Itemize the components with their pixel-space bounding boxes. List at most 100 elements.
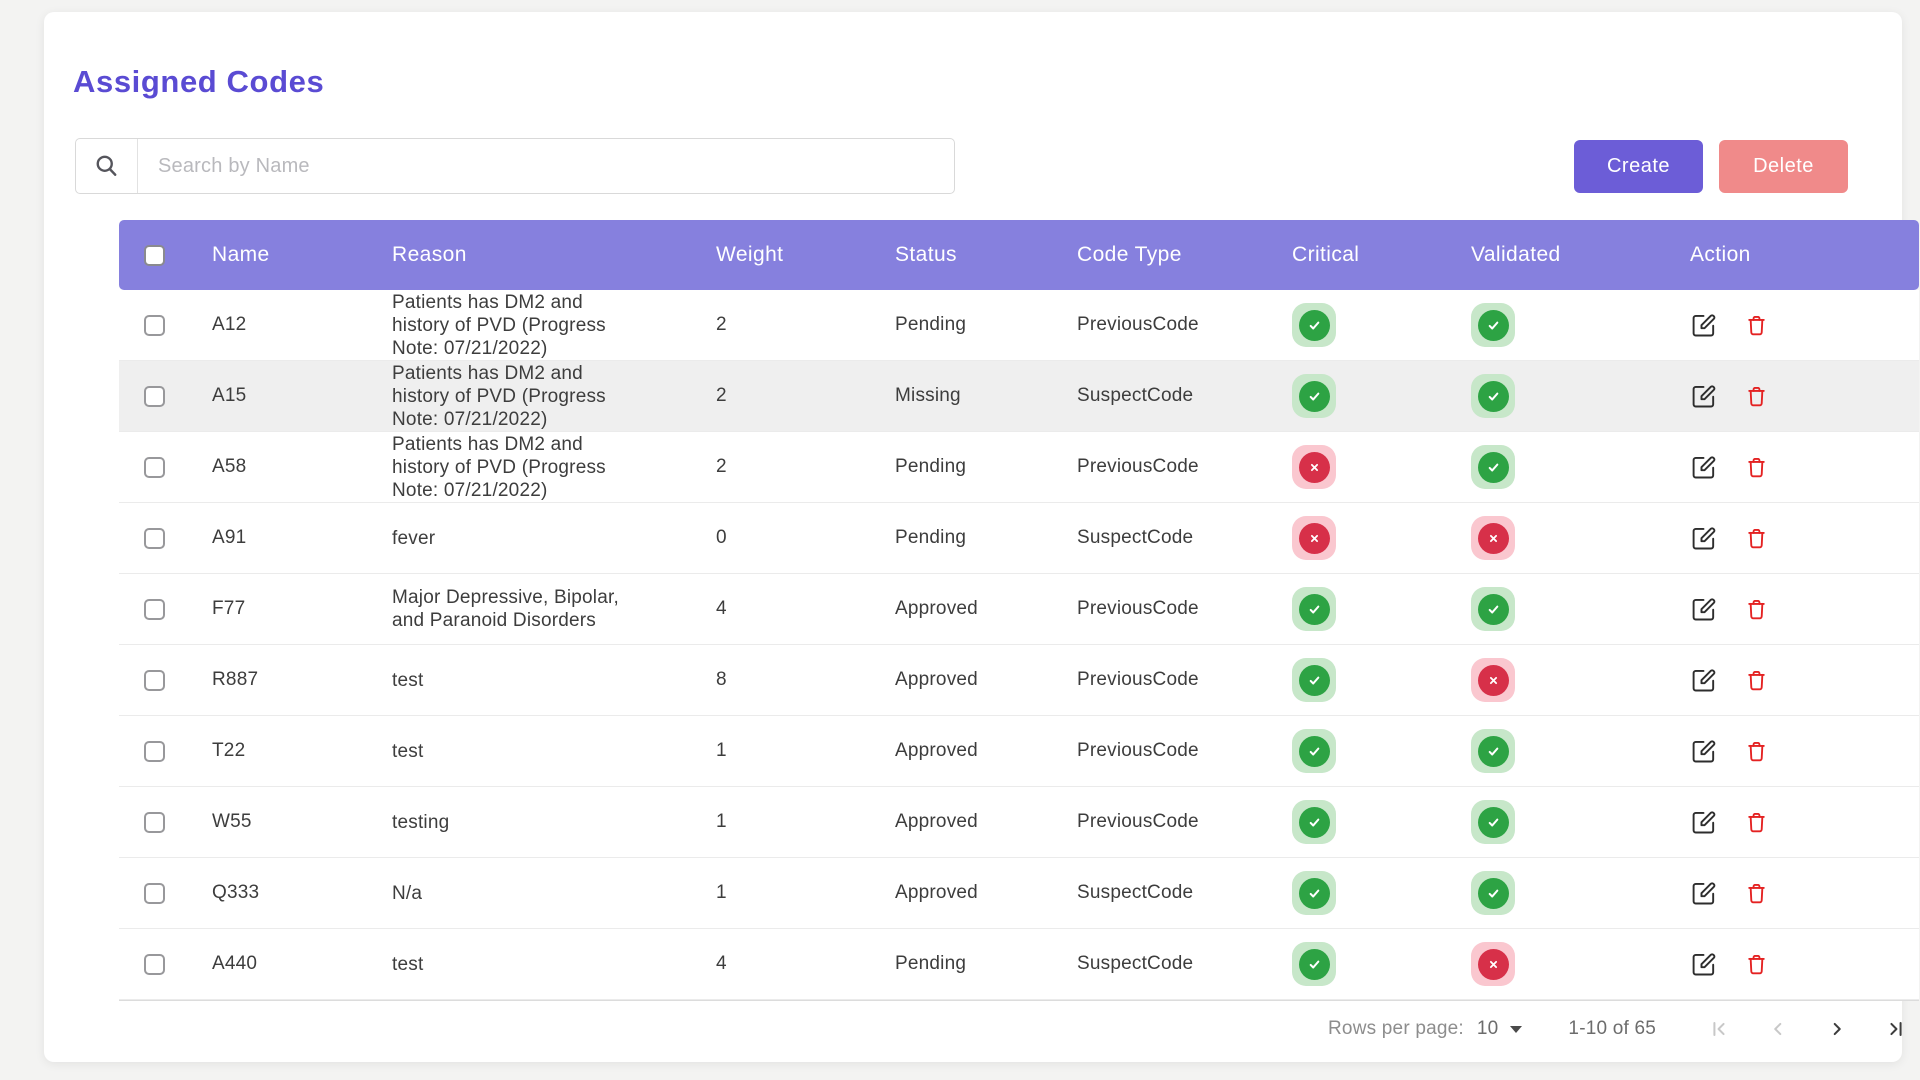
edit-row-button[interactable] bbox=[1690, 454, 1717, 481]
critical-badge bbox=[1292, 303, 1336, 347]
validated-badge-dot bbox=[1478, 452, 1509, 483]
validated-cell bbox=[1446, 574, 1665, 644]
code-reason-cell: Patients has DM2 and history of PVD (Pro… bbox=[369, 432, 691, 502]
validated-badge bbox=[1471, 374, 1515, 418]
edit-icon bbox=[1690, 951, 1717, 978]
code-type-cell: PreviousCode bbox=[1051, 290, 1267, 360]
validated-badge bbox=[1471, 871, 1515, 915]
validated-cell bbox=[1446, 361, 1665, 431]
trash-icon bbox=[1744, 810, 1769, 835]
critical-badge bbox=[1292, 445, 1336, 489]
column-header-critical: Critical bbox=[1267, 243, 1446, 267]
edit-row-button[interactable] bbox=[1690, 667, 1717, 694]
edit-row-button[interactable] bbox=[1690, 383, 1717, 410]
delete-button[interactable]: Delete bbox=[1719, 140, 1848, 193]
delete-row-button[interactable] bbox=[1744, 313, 1769, 338]
edit-row-button[interactable] bbox=[1690, 951, 1717, 978]
first-page-button[interactable] bbox=[1708, 1018, 1730, 1040]
row-checkbox[interactable] bbox=[144, 812, 165, 833]
row-checkbox[interactable] bbox=[144, 315, 165, 336]
code-status-cell: Pending bbox=[871, 290, 1051, 360]
delete-row-button[interactable] bbox=[1744, 384, 1769, 409]
delete-row-button[interactable] bbox=[1744, 810, 1769, 835]
edit-icon bbox=[1690, 880, 1717, 907]
prev-page-button[interactable] bbox=[1767, 1018, 1789, 1040]
code-reason-text: testing bbox=[392, 811, 449, 834]
rows-per-page-select[interactable]: 10 bbox=[1477, 1018, 1523, 1040]
edit-row-button[interactable] bbox=[1690, 809, 1717, 836]
edit-row-button[interactable] bbox=[1690, 880, 1717, 907]
delete-row-button[interactable] bbox=[1744, 597, 1769, 622]
row-checkbox[interactable] bbox=[144, 883, 165, 904]
create-button[interactable]: Create bbox=[1574, 140, 1703, 193]
delete-row-button[interactable] bbox=[1744, 739, 1769, 764]
edit-icon bbox=[1690, 312, 1717, 339]
check-icon bbox=[1306, 601, 1323, 618]
column-header-validated: Validated bbox=[1446, 243, 1665, 267]
code-reason-cell: testing bbox=[369, 787, 691, 857]
row-checkbox[interactable] bbox=[144, 386, 165, 407]
code-reason-text: Patients has DM2 and history of PVD (Pro… bbox=[392, 362, 638, 431]
row-checkbox[interactable] bbox=[144, 954, 165, 975]
delete-row-button[interactable] bbox=[1744, 952, 1769, 977]
critical-cell bbox=[1267, 432, 1446, 502]
code-name-cell: Q333 bbox=[177, 858, 369, 928]
search-button[interactable] bbox=[76, 139, 138, 193]
critical-badge bbox=[1292, 374, 1336, 418]
critical-badge-dot bbox=[1299, 736, 1330, 767]
code-reason-text: test bbox=[392, 669, 423, 692]
row-checkbox[interactable] bbox=[144, 670, 165, 691]
check-icon bbox=[1485, 388, 1502, 405]
check-icon bbox=[1306, 317, 1323, 334]
select-all-checkbox[interactable] bbox=[144, 245, 165, 266]
edit-row-button[interactable] bbox=[1690, 312, 1717, 339]
code-type-cell: PreviousCode bbox=[1051, 716, 1267, 786]
code-reason-text: fever bbox=[392, 527, 435, 550]
critical-badge-dot bbox=[1299, 594, 1330, 625]
table-header-row: Name Reason Weight Status Code Type Crit… bbox=[119, 220, 1919, 290]
edit-row-button[interactable] bbox=[1690, 525, 1717, 552]
edit-icon bbox=[1690, 738, 1717, 765]
critical-badge-dot bbox=[1299, 310, 1330, 341]
validated-badge bbox=[1471, 445, 1515, 489]
check-icon bbox=[1306, 956, 1323, 973]
critical-badge-dot bbox=[1299, 523, 1330, 554]
code-type-cell: PreviousCode bbox=[1051, 645, 1267, 715]
table-row: A440 test 4 Pending SuspectCode bbox=[119, 929, 1919, 1000]
last-page-button[interactable] bbox=[1885, 1018, 1907, 1040]
action-cell bbox=[1665, 787, 1919, 857]
next-page-button[interactable] bbox=[1826, 1018, 1848, 1040]
search-input[interactable] bbox=[138, 139, 954, 193]
edit-icon bbox=[1690, 454, 1717, 481]
delete-row-button[interactable] bbox=[1744, 881, 1769, 906]
critical-cell bbox=[1267, 716, 1446, 786]
check-icon bbox=[1485, 814, 1502, 831]
validated-cell bbox=[1446, 290, 1665, 360]
row-checkbox[interactable] bbox=[144, 599, 165, 620]
validated-badge bbox=[1471, 516, 1515, 560]
row-checkbox[interactable] bbox=[144, 528, 165, 549]
edit-row-button[interactable] bbox=[1690, 738, 1717, 765]
code-reason-cell: test bbox=[369, 716, 691, 786]
validated-badge-dot bbox=[1478, 381, 1509, 412]
row-checkbox[interactable] bbox=[144, 457, 165, 478]
critical-cell bbox=[1267, 858, 1446, 928]
trash-icon bbox=[1744, 526, 1769, 551]
row-checkbox[interactable] bbox=[144, 741, 165, 762]
delete-row-button[interactable] bbox=[1744, 526, 1769, 551]
delete-row-button[interactable] bbox=[1744, 455, 1769, 480]
validated-badge bbox=[1471, 729, 1515, 773]
critical-cell bbox=[1267, 929, 1446, 999]
check-icon bbox=[1485, 885, 1502, 902]
code-reason-cell: Major Depressive, Bipolar, and Paranoid … bbox=[369, 574, 691, 644]
code-status-cell: Approved bbox=[871, 645, 1051, 715]
code-type-cell: PreviousCode bbox=[1051, 787, 1267, 857]
delete-row-button[interactable] bbox=[1744, 668, 1769, 693]
check-icon bbox=[1306, 885, 1323, 902]
code-status-cell: Approved bbox=[871, 716, 1051, 786]
code-reason-cell: test bbox=[369, 645, 691, 715]
edit-row-button[interactable] bbox=[1690, 596, 1717, 623]
code-reason-text: N/a bbox=[392, 882, 422, 905]
column-header-status: Status bbox=[871, 243, 1051, 267]
validated-badge-dot bbox=[1478, 310, 1509, 341]
